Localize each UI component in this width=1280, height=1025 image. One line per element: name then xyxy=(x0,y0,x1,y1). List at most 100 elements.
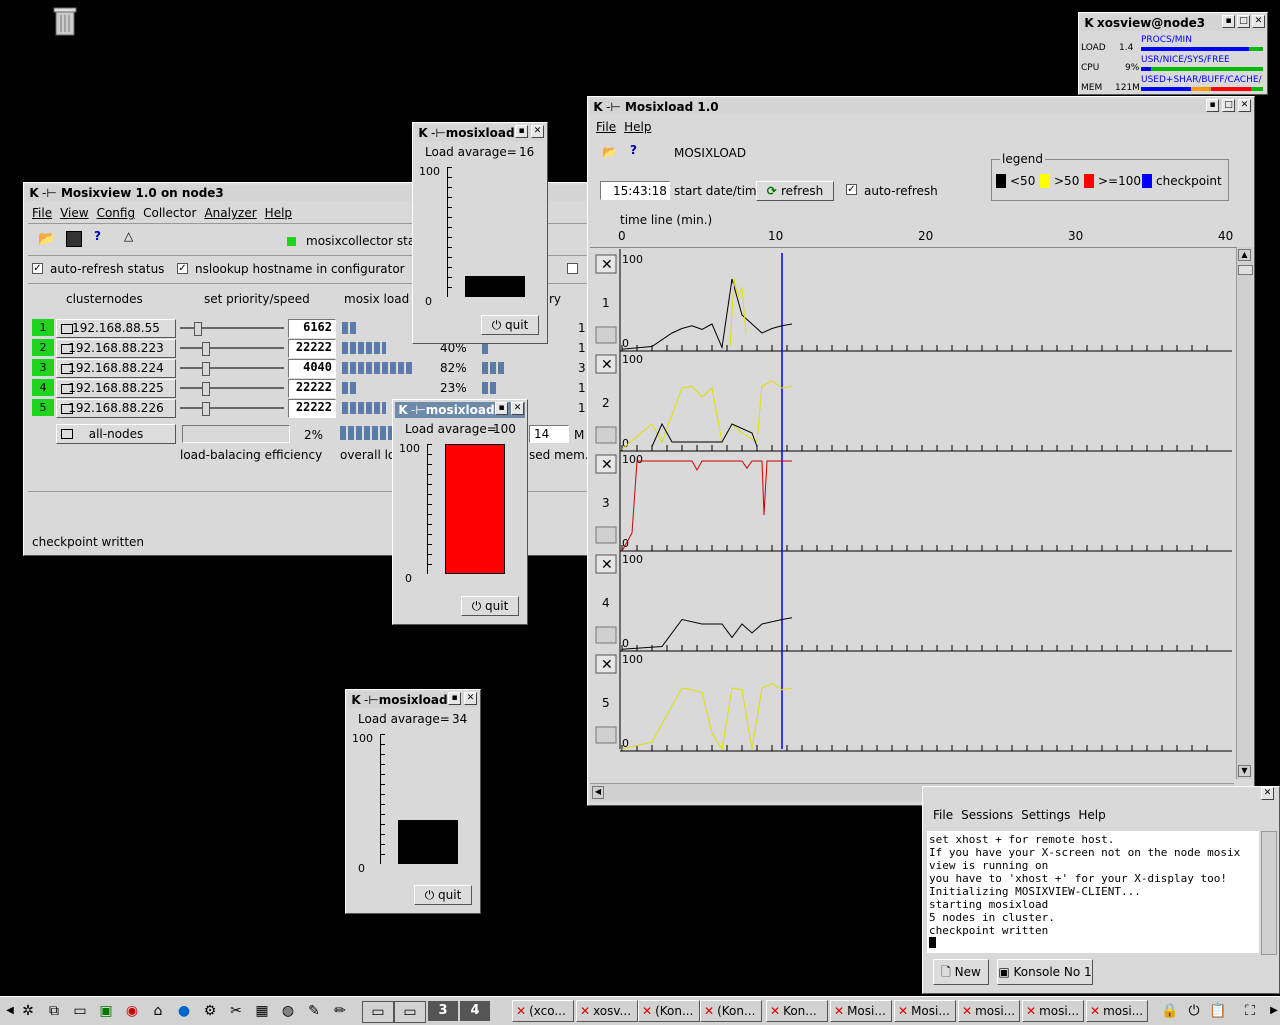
minimize-button[interactable]: ▪ xyxy=(1206,99,1219,112)
close-button[interactable]: ✕ xyxy=(531,125,544,138)
taskbar-task[interactable]: ✕ xosv... xyxy=(576,1000,638,1022)
scroll-right-icon[interactable]: ▶ xyxy=(1264,1001,1280,1021)
tools-icon[interactable]: ✂ xyxy=(226,1001,246,1021)
globe-icon[interactable]: ◍ xyxy=(278,1001,298,1021)
browser-icon[interactable]: ● xyxy=(174,1001,194,1021)
taskbar-task[interactable]: ✕ Mosi... xyxy=(894,1000,956,1022)
terminal-icon[interactable]: ▣ xyxy=(96,1001,116,1021)
taskbar-task[interactable]: ✕ mosi... xyxy=(1022,1000,1084,1022)
priority-slider[interactable] xyxy=(180,322,284,336)
menu-collector[interactable]: Collector xyxy=(143,206,196,220)
nslookup-checkbox[interactable]: ✓ xyxy=(177,263,188,274)
node-number-button[interactable]: 5 xyxy=(32,399,54,416)
node-ip-button[interactable]: 192.168.88.55 xyxy=(56,319,176,338)
menu-analyzer[interactable]: Analyzer xyxy=(204,206,256,220)
speed-field[interactable]: 4040 xyxy=(288,359,336,378)
vertical-scrollbar[interactable]: ▲ ▼ xyxy=(1236,247,1253,779)
menu-settings[interactable]: Settings xyxy=(1021,808,1070,822)
taskbar-task[interactable]: ✕ (Kon... xyxy=(638,1000,700,1022)
menu-file[interactable]: File xyxy=(596,120,616,134)
node-number-button[interactable]: 2 xyxy=(32,339,54,356)
speed-field[interactable]: 6162 xyxy=(288,319,336,338)
node-ip-button[interactable]: 192.168.88.226 xyxy=(56,399,176,418)
desktop-icon[interactable]: ▭ xyxy=(70,1001,90,1021)
help-icon[interactable]: ? xyxy=(94,229,101,243)
mosixload-titlebar[interactable]: K -⊢ Mosixload 1.0 xyxy=(590,99,1252,115)
priority-slider[interactable] xyxy=(180,402,284,416)
node-number-button[interactable]: 4 xyxy=(32,379,54,396)
printer-icon[interactable] xyxy=(595,726,617,744)
minimize-button[interactable]: ▪ xyxy=(448,692,461,705)
priority-slider[interactable] xyxy=(180,342,284,356)
speed-field[interactable]: 22222 xyxy=(288,339,336,358)
terminal-scrollbar[interactable] xyxy=(1261,831,1277,955)
trash-icon[interactable] xyxy=(53,6,77,36)
menu-file[interactable]: File xyxy=(933,808,953,822)
quit-button[interactable]: ⏻ quit xyxy=(481,315,539,335)
save-icon[interactable] xyxy=(66,231,82,247)
pen-icon[interactable]: ✏ xyxy=(330,1001,350,1021)
taskbar-task[interactable]: ✕ Kon... xyxy=(766,1000,828,1022)
pager-desk-1[interactable]: ▭ xyxy=(362,1001,394,1023)
menu-help[interactable]: Help xyxy=(1078,808,1105,822)
quit-button[interactable]: ⏻ quit xyxy=(461,596,519,616)
printer-icon[interactable] xyxy=(595,626,617,644)
printer-icon[interactable] xyxy=(595,526,617,544)
network-icon[interactable]: ⛶ xyxy=(1240,1001,1260,1021)
taskbar-task[interactable]: ✕ Mosi... xyxy=(830,1000,892,1022)
help-lifebuoy-icon[interactable]: ◉ xyxy=(122,1001,142,1021)
node-ip-button[interactable]: 192.168.88.223 xyxy=(56,339,176,358)
taskbar-task[interactable]: ✕ (Kon... xyxy=(700,1000,762,1022)
speed-field[interactable]: 22222 xyxy=(288,399,336,418)
penguin-icon[interactable]: △ xyxy=(124,229,133,243)
terminal-output[interactable]: set xhost + for remote host. If you have … xyxy=(927,831,1259,953)
quit-button[interactable]: ⏻ quit xyxy=(414,885,472,905)
auto-refresh-checkbox[interactable]: ✓ xyxy=(846,184,857,195)
speed-field[interactable]: 22222 xyxy=(288,379,336,398)
node-ip-button[interactable]: 192.168.88.224 xyxy=(56,359,176,378)
close-button[interactable]: ✕ xyxy=(464,692,477,705)
help-icon[interactable]: ? xyxy=(630,143,637,157)
clipboard-icon[interactable]: 📋 xyxy=(1208,1001,1228,1021)
window-list-icon[interactable]: ⧉ xyxy=(44,1001,64,1021)
settings-icon[interactable]: ⚙ xyxy=(200,1001,220,1021)
maximize-button[interactable]: □ xyxy=(1222,99,1235,112)
close-button[interactable]: ✕ xyxy=(1238,99,1251,112)
open-folder-icon[interactable]: 📂 xyxy=(602,145,617,159)
minimize-button[interactable]: ▪ xyxy=(1222,15,1235,28)
taskbar-task[interactable]: ✕ mosi... xyxy=(958,1000,1020,1022)
lock-icon[interactable]: 🔒 xyxy=(1160,1001,1180,1021)
menu-view[interactable]: View xyxy=(60,206,88,220)
grid-icon[interactable]: ▦ xyxy=(252,1001,272,1021)
node-ip-button[interactable]: 192.168.88.225 xyxy=(56,379,176,398)
taskbar-task[interactable]: ✕ mosi... xyxy=(1086,1000,1148,1022)
close-button[interactable]: ✕ xyxy=(1261,787,1274,800)
refresh-button[interactable]: ⟳ refresh xyxy=(756,181,834,201)
minimize-button[interactable]: ▪ xyxy=(515,125,528,138)
close-button[interactable]: ✕ xyxy=(1252,15,1265,28)
priority-slider[interactable] xyxy=(180,362,284,376)
open-folder-icon[interactable]: 📂 xyxy=(38,231,55,247)
auto-refresh-checkbox[interactable]: ✓ xyxy=(32,263,43,274)
menu-sessions[interactable]: Sessions xyxy=(961,808,1013,822)
maximize-button[interactable]: □ xyxy=(1237,15,1250,28)
printer-icon[interactable] xyxy=(595,326,617,344)
kde-menu-icon[interactable]: ✲ xyxy=(18,1001,38,1021)
power-icon[interactable]: ⏻ xyxy=(1184,1001,1204,1021)
minimize-button[interactable]: ▪ xyxy=(495,402,508,415)
pager-desk-2[interactable]: ▭ xyxy=(394,1001,426,1023)
time-field[interactable]: 15:43:18 xyxy=(600,181,670,200)
menu-help[interactable]: Help xyxy=(265,206,292,220)
menu-config[interactable]: Config xyxy=(97,206,136,220)
priority-slider[interactable] xyxy=(180,382,284,396)
node-number-button[interactable]: 1 xyxy=(32,319,54,336)
all-nodes-button[interactable]: all-nodes xyxy=(56,424,176,444)
scroll-left-icon[interactable]: ◀ xyxy=(0,1001,20,1021)
home-icon[interactable]: ⌂ xyxy=(148,1001,168,1021)
editor-icon[interactable]: ✎ xyxy=(304,1001,324,1021)
node-number-button[interactable]: 3 xyxy=(32,359,54,376)
menu-help[interactable]: Help xyxy=(624,120,651,134)
taskbar-task[interactable]: ✕ (xco... xyxy=(512,1000,574,1022)
menu-file[interactable]: File xyxy=(32,206,52,220)
pager-desk-3[interactable]: 3 xyxy=(428,1001,458,1021)
